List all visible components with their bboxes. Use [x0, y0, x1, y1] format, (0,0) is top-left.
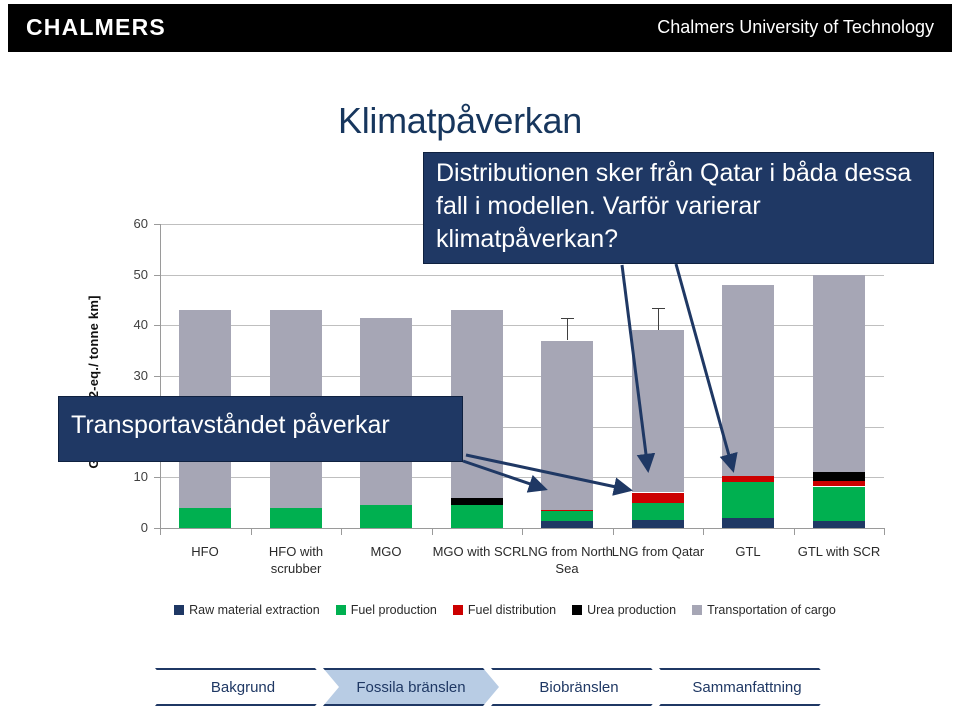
bar-segment	[813, 520, 865, 528]
bar-segment	[813, 472, 865, 482]
x-axis-category-label: MGO	[370, 544, 402, 559]
x-tick-mark	[522, 528, 523, 535]
y-tick-label: 0	[140, 520, 148, 535]
bar-segment	[541, 340, 593, 510]
bar-segment	[632, 492, 684, 503]
bar-segment	[451, 497, 503, 506]
bar-segment	[722, 482, 774, 518]
x-tick-mark	[251, 528, 252, 535]
x-tick-mark	[613, 528, 614, 535]
bar-segment	[541, 511, 593, 522]
bar-segment	[813, 481, 865, 487]
x-axis-category-label: LNG from Qatar	[611, 544, 705, 559]
bar-stack	[722, 224, 774, 528]
legend-swatch-icon	[452, 605, 463, 615]
legend-item: Urea production	[572, 603, 676, 617]
x-axis-category-label: GTL	[735, 544, 761, 559]
nav-chevron-biobränslen[interactable]: Biobränslen	[491, 668, 667, 706]
gridline	[160, 477, 884, 478]
x-axis-category-label: MGO with SCR	[432, 544, 522, 559]
x-axis-category-label: GTL with SCR	[797, 544, 881, 559]
bar-stack	[541, 224, 593, 528]
bar-segment	[541, 521, 593, 528]
bar-segment	[360, 505, 412, 528]
bar-segment	[632, 330, 684, 493]
legend-label: Fuel production	[350, 603, 437, 617]
x-tick-mark	[160, 528, 161, 535]
legend-item: Raw material extraction	[174, 603, 320, 617]
error-bar-cap	[652, 307, 665, 309]
y-axis-line	[160, 224, 161, 529]
error-bar	[567, 317, 568, 341]
callout-distribution: Distributionen sker från Qatar i båda de…	[423, 152, 934, 264]
legend-swatch-icon	[572, 605, 583, 615]
callout-transport: Transportavståndet påverkar	[58, 396, 463, 462]
legend-swatch-icon	[335, 605, 346, 615]
legend-label: Fuel distribution	[467, 603, 557, 617]
bar-segment	[632, 502, 684, 521]
chart-container: GHG [g CO2-eq./ tonne km] 0102030405060 …	[0, 0, 960, 716]
error-bar-cap	[561, 317, 574, 319]
bottom-navigation[interactable]: Bakgrund Fossila bränslen Biobränslen Samma…	[155, 668, 827, 706]
legend-label: Raw material extraction	[189, 603, 320, 617]
slide-canvas: CHALMERS Chalmers University of Technolo…	[0, 0, 960, 716]
x-tick-mark	[703, 528, 704, 535]
bar-stack	[813, 224, 865, 528]
x-axis-category-label: LNG from North Sea	[521, 544, 613, 576]
gridline	[160, 325, 884, 326]
nav-chevron-sammanfattning[interactable]: Sammanfattning	[659, 668, 835, 706]
x-axis-category-label: HFO with scrubber	[268, 544, 324, 576]
x-tick-mark	[884, 528, 885, 535]
y-tick-label: 50	[133, 267, 148, 282]
bar-stack	[451, 224, 503, 528]
legend-label: Transportation of cargo	[707, 603, 836, 617]
chart-legend: Raw material extraction Fuel production Fu…	[135, 603, 875, 617]
bar-stack	[632, 224, 684, 528]
legend-item: Transportation of cargo	[692, 603, 836, 617]
y-tick-label: 30	[133, 368, 148, 383]
bar-segment	[632, 520, 684, 528]
legend-item: Fuel distribution	[452, 603, 557, 617]
legend-label: Urea production	[587, 603, 677, 617]
gridline	[160, 376, 884, 377]
x-axis-category-label: HFO	[191, 544, 219, 559]
bar-segment	[722, 284, 774, 476]
x-tick-mark	[794, 528, 795, 535]
bar-segment	[451, 505, 503, 528]
bar-segment	[813, 486, 865, 521]
bar-stack	[360, 224, 412, 528]
bar-stack	[270, 224, 322, 528]
nav-chevron-bakgrund[interactable]: Bakgrund	[155, 668, 331, 706]
bar-segment	[722, 517, 774, 528]
y-tick-label: 40	[133, 317, 148, 332]
y-axis-title: GHG [g CO2-eq./ tonne km]	[86, 0, 108, 468]
bar-stack	[179, 224, 231, 528]
y-tick-label: 60	[133, 216, 148, 231]
bar-segment	[179, 507, 231, 528]
bar-segment	[813, 274, 865, 473]
x-tick-mark	[341, 528, 342, 535]
legend-swatch-icon	[174, 605, 185, 615]
bar-segment	[541, 509, 593, 512]
y-axis-title-text: GHG [g CO2-eq./ tonne km]	[86, 295, 101, 469]
x-tick-mark	[432, 528, 433, 535]
legend-swatch-icon	[692, 605, 703, 615]
y-tick-label: 10	[133, 469, 148, 484]
legend-item: Fuel production	[335, 603, 437, 617]
nav-chevron-fossila-bränslen[interactable]: Fossila bränslen	[323, 668, 499, 706]
bar-segment	[722, 475, 774, 483]
error-bar	[658, 307, 659, 331]
gridline	[160, 275, 884, 276]
bar-segment	[270, 507, 322, 528]
